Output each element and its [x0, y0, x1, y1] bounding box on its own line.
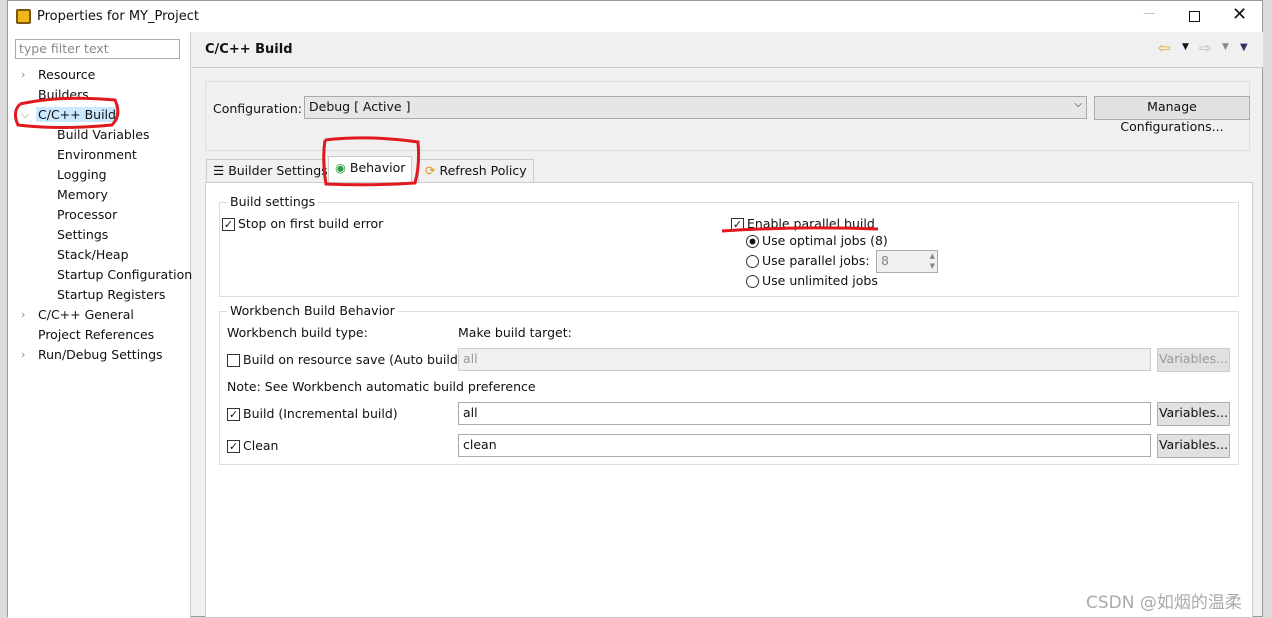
watermark: CSDN @如烟的温柔	[1086, 593, 1242, 613]
annotation-box-behavior	[322, 136, 421, 187]
annotation-underline-parallel	[721, 226, 879, 233]
red-annotations	[13, 96, 879, 233]
annotation-circle-build	[13, 96, 120, 129]
